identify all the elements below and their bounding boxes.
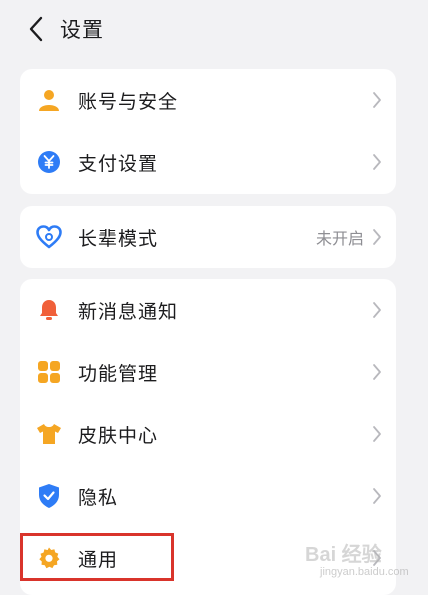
settings-item-label: 功能管理 (78, 362, 159, 385)
gear-icon (36, 545, 62, 571)
chevron-right-icon (372, 486, 386, 506)
settings-item-label: 账号与安全 (78, 90, 179, 113)
shield-check-icon (36, 483, 62, 509)
header-bar: 设置 (0, 0, 428, 58)
settings-item-privacy[interactable]: 隐私 (20, 465, 396, 527)
settings-item-skin-center[interactable]: 皮肤中心 (20, 403, 396, 465)
back-button[interactable] (14, 7, 58, 51)
tshirt-icon (36, 421, 62, 447)
user-icon (36, 87, 62, 113)
grid-apps-icon (36, 359, 62, 385)
settings-item-notifications[interactable]: 新消息通知 (20, 279, 396, 341)
watermark-logo: Bai 经验 (305, 544, 382, 566)
chevron-right-icon (372, 362, 386, 382)
elder-mode-card: 长辈模式 未开启 (20, 206, 396, 268)
settings-item-label: 新消息通知 (78, 300, 179, 323)
bell-icon (36, 297, 62, 323)
account-settings-card: 账号与安全 支付设置 (20, 69, 396, 194)
settings-item-label: 支付设置 (78, 152, 159, 175)
settings-item-label: 长辈模式 (78, 227, 159, 250)
elder-mode-status: 未开启 (315, 229, 364, 248)
chevron-right-icon (372, 424, 386, 444)
settings-item-account-security[interactable]: 账号与安全 (20, 69, 396, 131)
chevron-right-icon (372, 152, 386, 172)
settings-item-feature-management[interactable]: 功能管理 (20, 341, 396, 403)
yuan-coin-icon (36, 149, 62, 175)
chevron-right-icon (372, 90, 386, 110)
settings-item-payment[interactable]: 支付设置 (20, 131, 396, 193)
settings-item-label: 隐私 (78, 486, 119, 509)
page-title: 设置 (60, 18, 104, 42)
chevron-right-icon (372, 227, 386, 247)
settings-item-label: 皮肤中心 (78, 424, 159, 447)
chevron-right-icon (372, 300, 386, 320)
heart-outline-icon (36, 224, 62, 250)
watermark-url: jingyan.baidu.com (320, 566, 409, 578)
chevron-left-icon (29, 16, 43, 42)
settings-item-elder-mode[interactable]: 长辈模式 未开启 (20, 206, 396, 268)
